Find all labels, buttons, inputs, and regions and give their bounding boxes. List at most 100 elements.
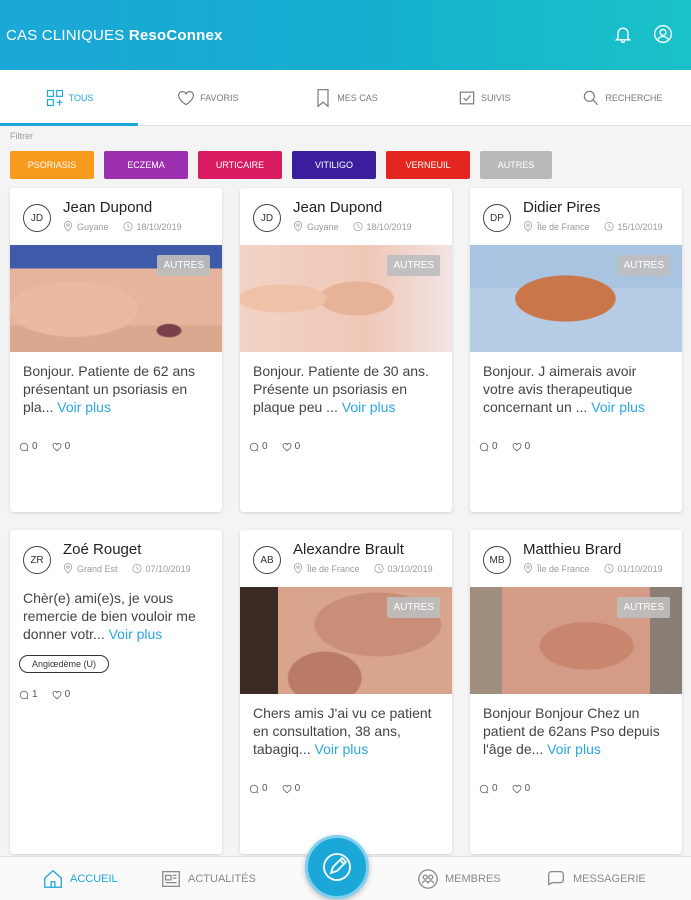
heart-icon	[512, 784, 521, 793]
like-count[interactable]: 0	[512, 783, 530, 794]
like-count[interactable]: 0	[52, 689, 70, 700]
filter-chip-eczema[interactable]: ECZEMA	[104, 151, 188, 179]
author-name[interactable]: Jean Dupond	[293, 199, 382, 216]
like-count[interactable]: 0	[282, 783, 300, 794]
tab-recherche[interactable]: RECHERCHE	[553, 70, 691, 125]
heart-icon	[512, 442, 521, 451]
case-description: Chers amis J'ai vu ce patient en consult…	[240, 694, 452, 758]
filter-chip-psoriasis[interactable]: PSORIASIS	[10, 151, 94, 179]
like-count[interactable]: 0	[282, 441, 300, 452]
case-photo[interactable]: AUTRES	[240, 245, 452, 352]
clock-icon	[352, 221, 363, 232]
diagnosis-tag[interactable]: Angiœdème (U)	[19, 655, 110, 673]
comment-count[interactable]: 1	[19, 689, 38, 700]
comment-count-value: 0	[262, 783, 268, 794]
case-photo[interactable]: AUTRES	[470, 587, 682, 694]
case-stats: 0 0	[479, 441, 530, 452]
see-more-link[interactable]: Voir plus	[109, 626, 163, 642]
app-header: CAS CLINIQUES ResoConnex	[0, 0, 691, 70]
filter-chip-autres[interactable]: AUTRES	[480, 151, 552, 179]
case-description: Bonjour. Patiente de 62 ans présentant u…	[10, 352, 222, 416]
case-location: Guyane	[77, 221, 109, 232]
case-card[interactable]: JD Jean Dupond Guyane 18/10/2019 AUTRES …	[10, 188, 222, 512]
comment-count[interactable]: 0	[479, 783, 498, 794]
clock-icon	[603, 563, 614, 574]
heart-icon	[282, 784, 291, 793]
comment-count[interactable]: 0	[249, 441, 268, 452]
case-date: 03/10/2019	[387, 563, 433, 574]
see-more-link[interactable]: Voir plus	[57, 399, 111, 415]
comment-count[interactable]: 0	[249, 783, 268, 794]
nav-label: MEMBRES	[445, 873, 501, 885]
see-more-link[interactable]: Voir plus	[342, 399, 396, 415]
filter-chip-urticaire[interactable]: URTICAIRE	[198, 151, 282, 179]
see-more-link[interactable]: Voir plus	[547, 741, 601, 757]
comment-icon	[479, 784, 489, 793]
grid-icon	[46, 89, 63, 106]
case-photo[interactable]: AUTRES	[240, 587, 452, 694]
author-name[interactable]: Zoé Rouget	[63, 541, 141, 558]
author-name[interactable]: Alexandre Brault	[293, 541, 404, 558]
avatar: ZR	[23, 546, 51, 574]
case-date: 07/10/2019	[145, 563, 191, 574]
case-meta: Île de France 01/10/2019	[523, 563, 663, 574]
tab-tous[interactable]: TOUS	[0, 70, 139, 126]
see-more-link[interactable]: Voir plus	[315, 741, 369, 757]
news-icon	[162, 871, 180, 887]
clock-icon	[373, 563, 384, 574]
category-badge: AUTRES	[617, 597, 670, 618]
author-name[interactable]: Matthieu Brard	[523, 541, 621, 558]
comment-count-value: 0	[492, 783, 498, 794]
app-title-prefix: CAS CLINIQUES	[6, 26, 125, 44]
nav-accueil[interactable]: ACCUEIL	[42, 868, 118, 890]
comment-count[interactable]: 0	[479, 441, 498, 452]
case-card[interactable]: ZR Zoé Rouget Grand Est 07/10/2019 Chèr(…	[10, 530, 222, 854]
bell-icon[interactable]	[613, 24, 633, 44]
nav-actualites[interactable]: ACTUALITÉS	[160, 868, 256, 890]
tab-mes-cas[interactable]: MES CAS	[276, 70, 414, 125]
case-meta: Île de France 03/10/2019	[293, 563, 433, 574]
like-count[interactable]: 0	[512, 441, 530, 452]
category-badge: AUTRES	[617, 255, 670, 276]
profile-icon[interactable]	[653, 24, 673, 44]
comment-icon	[479, 442, 489, 451]
case-date: 18/10/2019	[136, 221, 182, 232]
comment-count[interactable]: 0	[19, 441, 38, 452]
nav-label: ACTUALITÉS	[188, 873, 256, 885]
case-card[interactable]: MB Matthieu Brard Île de France 01/10/20…	[470, 530, 682, 854]
avatar: JD	[253, 204, 281, 232]
case-date: 15/10/2019	[617, 221, 663, 232]
case-photo[interactable]: AUTRES	[10, 245, 222, 352]
location-pin-icon	[523, 563, 533, 574]
comment-count-value: 0	[262, 441, 268, 452]
case-photo[interactable]: AUTRES	[470, 245, 682, 352]
author-name[interactable]: Didier Pires	[523, 199, 601, 216]
case-location: Guyane	[307, 221, 339, 232]
avatar: DP	[483, 204, 511, 232]
new-case-button[interactable]	[305, 835, 369, 899]
case-meta: Île de France 15/10/2019	[523, 221, 663, 232]
clock-icon	[122, 221, 133, 232]
location-pin-icon	[293, 221, 303, 232]
case-stats: 0 0	[479, 783, 530, 794]
nav-membres[interactable]: MEMBRES	[417, 868, 501, 890]
author-name[interactable]: Jean Dupond	[63, 199, 152, 216]
filter-chip-vitiligo[interactable]: VITILIGO	[292, 151, 376, 179]
case-card[interactable]: DP Didier Pires Île de France 15/10/2019…	[470, 188, 682, 512]
case-location: Île de France	[537, 563, 590, 574]
case-card[interactable]: JD Jean Dupond Guyane 18/10/2019 AUTRES …	[240, 188, 452, 512]
case-stats: 0 0	[249, 441, 300, 452]
tab-bar: TOUS FAVORIS MES CAS SUIVIS RECHERCHE	[0, 70, 691, 126]
like-count[interactable]: 0	[52, 441, 71, 452]
case-card[interactable]: AB Alexandre Brault Île de France 03/10/…	[240, 530, 452, 854]
see-more-link[interactable]: Voir plus	[591, 399, 645, 415]
tab-suivis[interactable]: SUIVIS	[415, 70, 553, 125]
like-count-value: 0	[64, 441, 71, 452]
heart-icon	[178, 90, 195, 105]
nav-messagerie[interactable]: MESSAGERIE	[545, 868, 646, 890]
location-pin-icon	[293, 563, 303, 574]
case-meta: Guyane 18/10/2019	[63, 221, 182, 232]
location-pin-icon	[523, 221, 533, 232]
filter-chip-verneuil[interactable]: VERNEUIL	[386, 151, 470, 179]
tab-favoris[interactable]: FAVORIS	[138, 70, 276, 125]
